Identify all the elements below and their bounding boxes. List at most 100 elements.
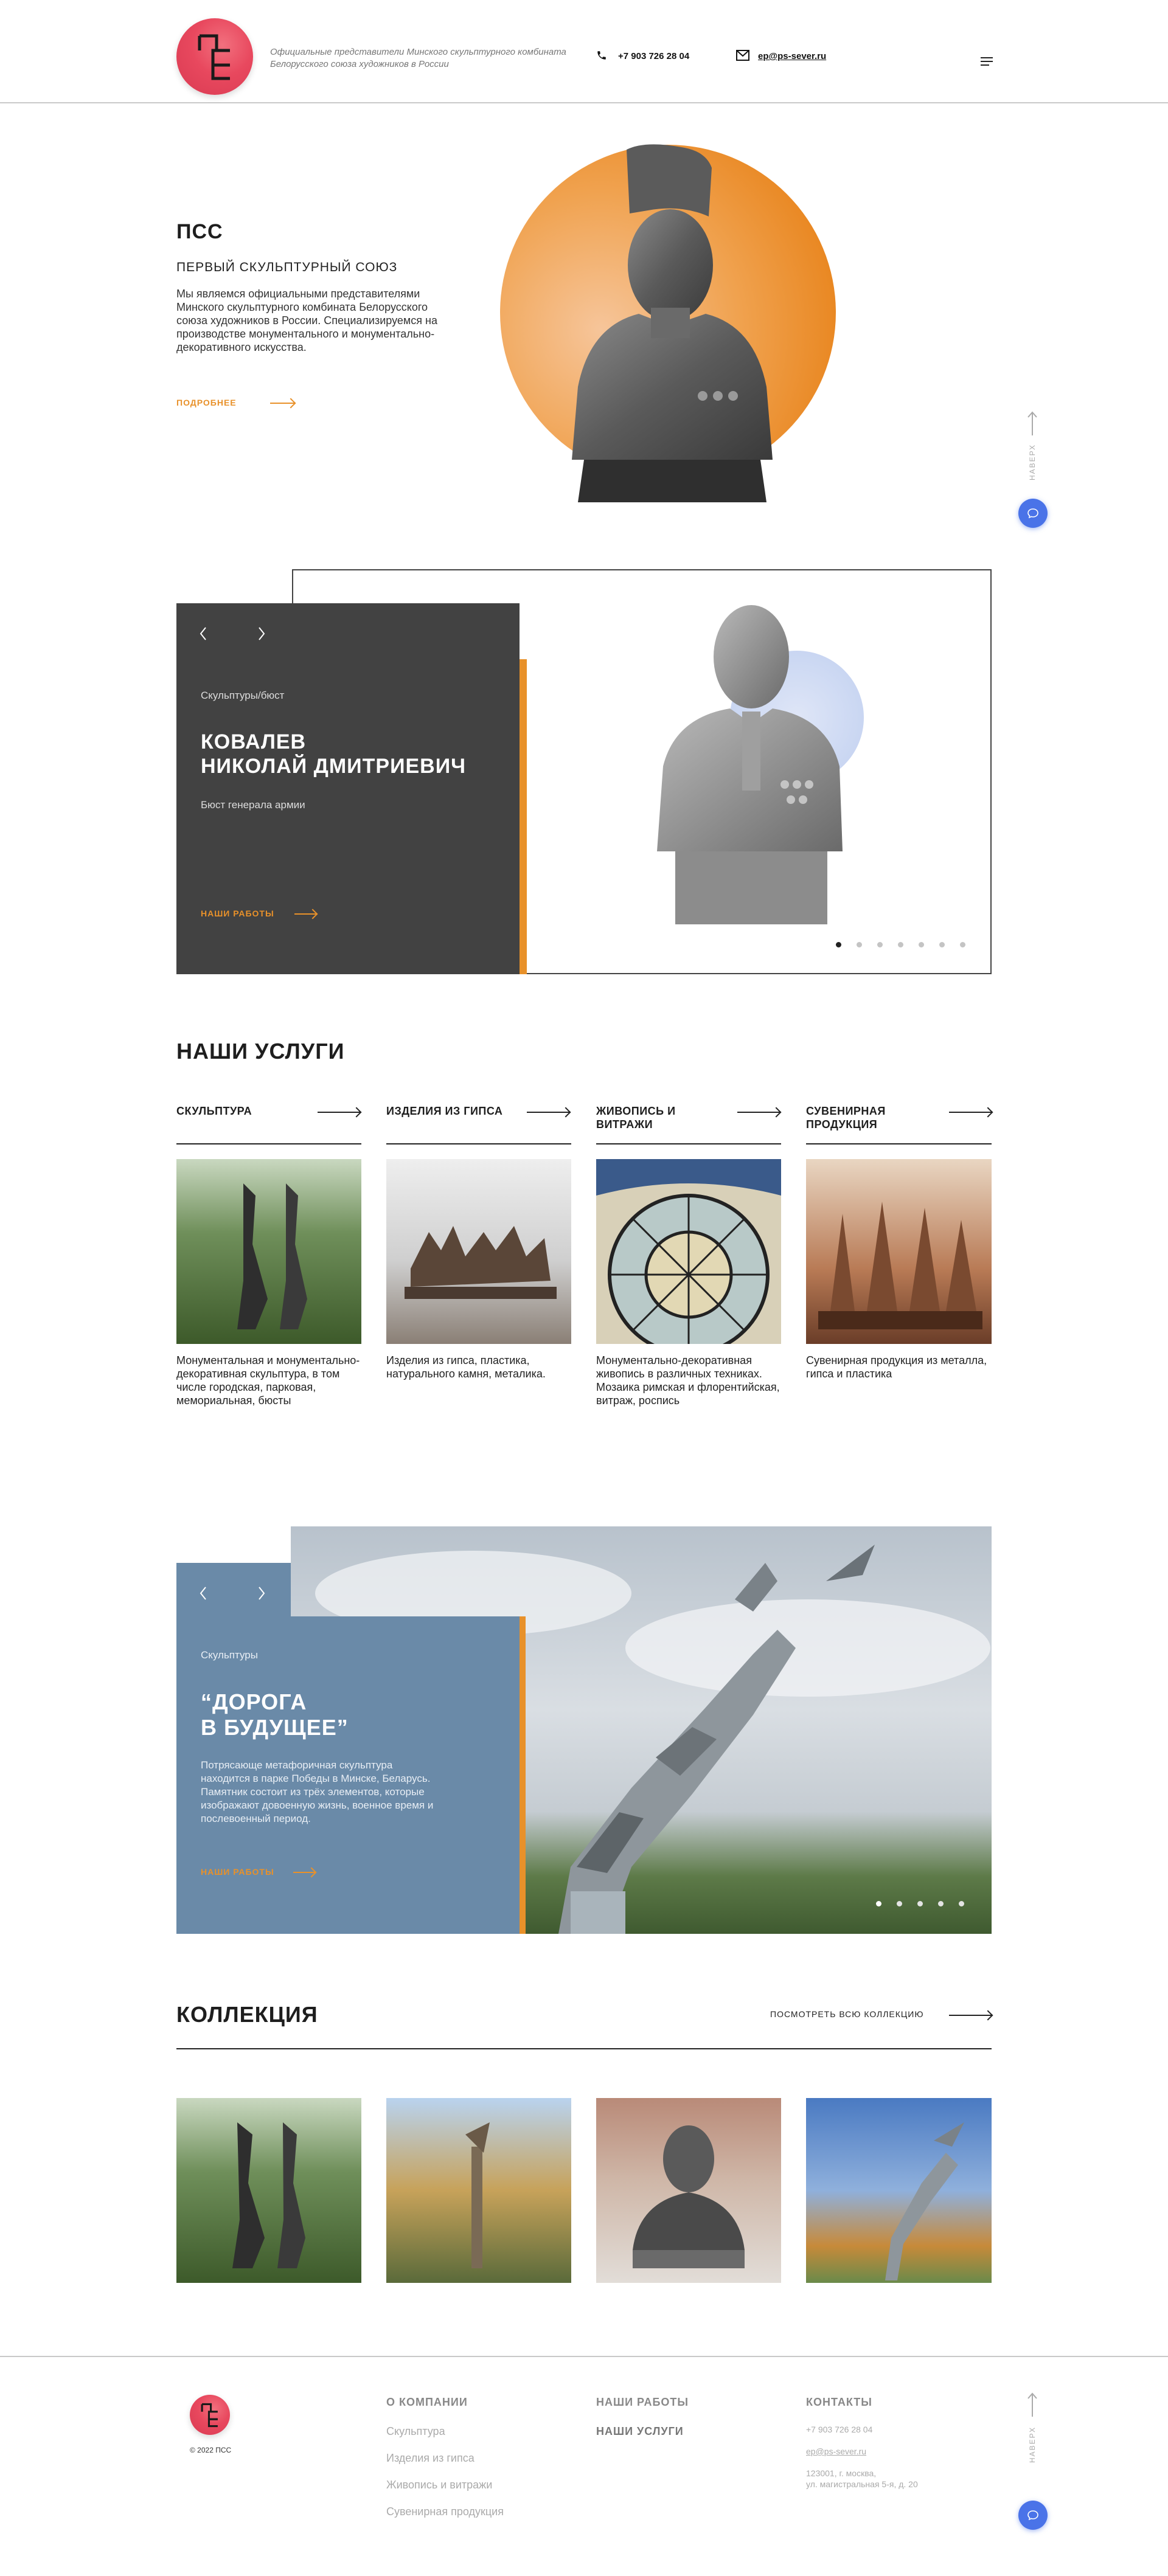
chat-button[interactable] bbox=[1018, 499, 1048, 528]
scroll-top-label[interactable]: НАВЕРХ bbox=[1028, 444, 1037, 480]
footer-link-souvenirs[interactable]: Сувенирная продукция bbox=[386, 2505, 504, 2518]
slider1-title-line-2: НИКОЛАЙ ДМИТРИЕВИЧ bbox=[201, 755, 467, 778]
footer-contacts-heading: КОНТАКТЫ bbox=[806, 2396, 872, 2408]
slider2-card-accent bbox=[520, 1616, 526, 1934]
hero-title: ПСС bbox=[176, 220, 223, 243]
slider-dot[interactable] bbox=[836, 942, 841, 947]
slider-dot[interactable] bbox=[959, 1901, 964, 1906]
footer-address-line-1: 123001, г. москва, bbox=[806, 2468, 877, 2478]
slider2-works-link[interactable]: НАШИ РАБОТЫ bbox=[201, 1867, 274, 1877]
see-all-collection-link[interactable]: ПОСМОТРЕТЬ ВСЮ КОЛЛЕКЦИЮ bbox=[770, 2009, 924, 2019]
footer-link-painting[interactable]: Живопись и витражи bbox=[386, 2479, 492, 2491]
collection-item[interactable] bbox=[386, 2098, 571, 2283]
chat-icon bbox=[1027, 508, 1038, 519]
footer-address: 123001, г. москва, ул. магистральная 5-я… bbox=[806, 2468, 918, 2490]
tagline-line-1: Официальные представители Минского скуль… bbox=[270, 47, 566, 57]
service-title-line-2: ПРОДУКЦИЯ bbox=[806, 1118, 878, 1130]
slider-dot[interactable] bbox=[857, 942, 862, 947]
slider2-prev-icon[interactable] bbox=[198, 1586, 208, 1601]
phone-icon bbox=[597, 51, 606, 60]
service-image-sculpture bbox=[176, 1159, 361, 1344]
hero-more-link[interactable]: ПОДРОБНЕЕ bbox=[176, 398, 237, 407]
slider-dot[interactable] bbox=[939, 942, 945, 947]
slider1-works-arrow-icon bbox=[294, 913, 316, 915]
chat-icon bbox=[1027, 2510, 1038, 2521]
slider1-description: Бюст генерала армии bbox=[201, 799, 305, 811]
slider-dot[interactable] bbox=[897, 1901, 902, 1906]
header-phone-link[interactable]: +7 903 726 28 04 bbox=[618, 51, 689, 61]
slider-dot[interactable] bbox=[898, 942, 903, 947]
footer-works-heading[interactable]: НАШИ РАБОТЫ bbox=[596, 2396, 689, 2409]
logo[interactable] bbox=[176, 18, 253, 95]
service-title: СУВЕНИРНАЯ ПРОДУКЦИЯ bbox=[806, 1104, 886, 1131]
slider1-image bbox=[620, 584, 912, 930]
service-divider bbox=[176, 1143, 361, 1144]
logo-mark-icon bbox=[201, 2403, 218, 2428]
slider-dot[interactable] bbox=[938, 1901, 944, 1906]
menu-icon[interactable] bbox=[981, 57, 993, 67]
footer-email[interactable]: ep@ps-sever.ru bbox=[806, 2446, 866, 2457]
collection-item[interactable] bbox=[596, 2098, 781, 2283]
service-text: Сувенирная продукция из металла, гипса и… bbox=[806, 1354, 987, 1380]
footer-company-heading[interactable]: О КОМПАНИИ bbox=[386, 2396, 468, 2409]
slider-dot[interactable] bbox=[876, 1901, 881, 1906]
chat-button[interactable] bbox=[1018, 2501, 1048, 2530]
slider2-works-arrow-icon bbox=[293, 1872, 315, 1873]
slider1-next-icon[interactable] bbox=[257, 626, 266, 641]
footer-logo[interactable] bbox=[190, 2395, 230, 2435]
service-title-line-1: ИЗДЕЛИЯ ИЗ ГИПСА bbox=[386, 1105, 503, 1117]
collection-item[interactable] bbox=[806, 2098, 992, 2283]
slider1-title-line-1: КОВАЛЕВ bbox=[201, 730, 307, 753]
service-arrow-icon bbox=[737, 1112, 780, 1113]
service-title-line-1: СУВЕНИРНАЯ bbox=[806, 1105, 886, 1117]
slider-dot[interactable] bbox=[919, 942, 924, 947]
slider2-title: “ДОРОГА В БУДУЩЕЕ” bbox=[201, 1689, 349, 1740]
slider2-nav-box bbox=[176, 1563, 291, 1616]
service-image-gypsum bbox=[386, 1159, 571, 1344]
site-header: Официальные представители Минского скуль… bbox=[0, 0, 1168, 103]
slider1-card-accent bbox=[520, 659, 527, 974]
slider2-next-icon[interactable] bbox=[257, 1586, 266, 1601]
slider2-title-line-1: “ДОРОГА bbox=[201, 1689, 307, 1714]
service-divider bbox=[596, 1143, 781, 1144]
slider2-description: Потрясающе метафоричная скульптура наход… bbox=[201, 1759, 434, 1824]
footer-link-gypsum[interactable]: Изделия из гипса bbox=[386, 2452, 474, 2465]
arrow-up-icon[interactable] bbox=[1027, 411, 1038, 435]
service-text: Монументально-декоративная живопись в ра… bbox=[596, 1354, 780, 1407]
slider1-card bbox=[176, 603, 520, 974]
service-arrow-icon bbox=[949, 1112, 992, 1113]
slider-dot[interactable] bbox=[960, 942, 965, 947]
header-tagline: Официальные представители Минского скуль… bbox=[270, 46, 586, 71]
service-divider bbox=[386, 1143, 571, 1144]
site-footer bbox=[0, 2356, 1168, 2576]
envelope-icon bbox=[736, 50, 749, 61]
slider-dot[interactable] bbox=[917, 1901, 923, 1906]
slider2-category: Скульптуры bbox=[201, 1649, 258, 1661]
arrow-up-icon[interactable] bbox=[1027, 2392, 1038, 2417]
copyright: © 2022 ПСС bbox=[190, 2446, 232, 2454]
slider1-works-link[interactable]: НАШИ РАБОТЫ bbox=[201, 909, 274, 918]
service-text: Изделия из гипса, пластика, натурального… bbox=[386, 1354, 546, 1380]
footer-link-sculpture[interactable]: Скульптура bbox=[386, 2425, 445, 2438]
service-text: Монументальная и монументально-декоратив… bbox=[176, 1354, 360, 1407]
slider1-prev-icon[interactable] bbox=[198, 626, 208, 641]
slider-dot[interactable] bbox=[877, 942, 883, 947]
service-arrow-icon bbox=[318, 1112, 360, 1113]
service-divider bbox=[806, 1143, 992, 1144]
service-image-stained-glass bbox=[596, 1159, 781, 1344]
footer-phone[interactable]: +7 903 726 28 04 bbox=[806, 2424, 872, 2435]
collection-divider bbox=[176, 2048, 992, 2049]
see-all-arrow-icon bbox=[949, 2015, 992, 2016]
header-email-link[interactable]: ep@ps-sever.ru bbox=[758, 51, 826, 61]
hero-sculpture-image bbox=[499, 144, 839, 508]
collection-title: КОЛЛЕКЦИЯ bbox=[176, 2002, 318, 2027]
collection-item[interactable] bbox=[176, 2098, 361, 2283]
bust-general-illustration bbox=[657, 605, 864, 924]
hero-more-arrow-icon bbox=[270, 403, 294, 404]
service-title: ЖИВОПИСЬ И ВИТРАЖИ bbox=[596, 1104, 676, 1131]
logo-mark-icon bbox=[198, 34, 230, 80]
service-title-line-2: ВИТРАЖИ bbox=[596, 1118, 653, 1130]
scroll-top-label[interactable]: НАВЕРХ bbox=[1028, 2426, 1037, 2463]
footer-services-heading[interactable]: НАШИ УСЛУГИ bbox=[596, 2425, 684, 2438]
service-title: СКУЛЬПТУРА bbox=[176, 1104, 252, 1118]
